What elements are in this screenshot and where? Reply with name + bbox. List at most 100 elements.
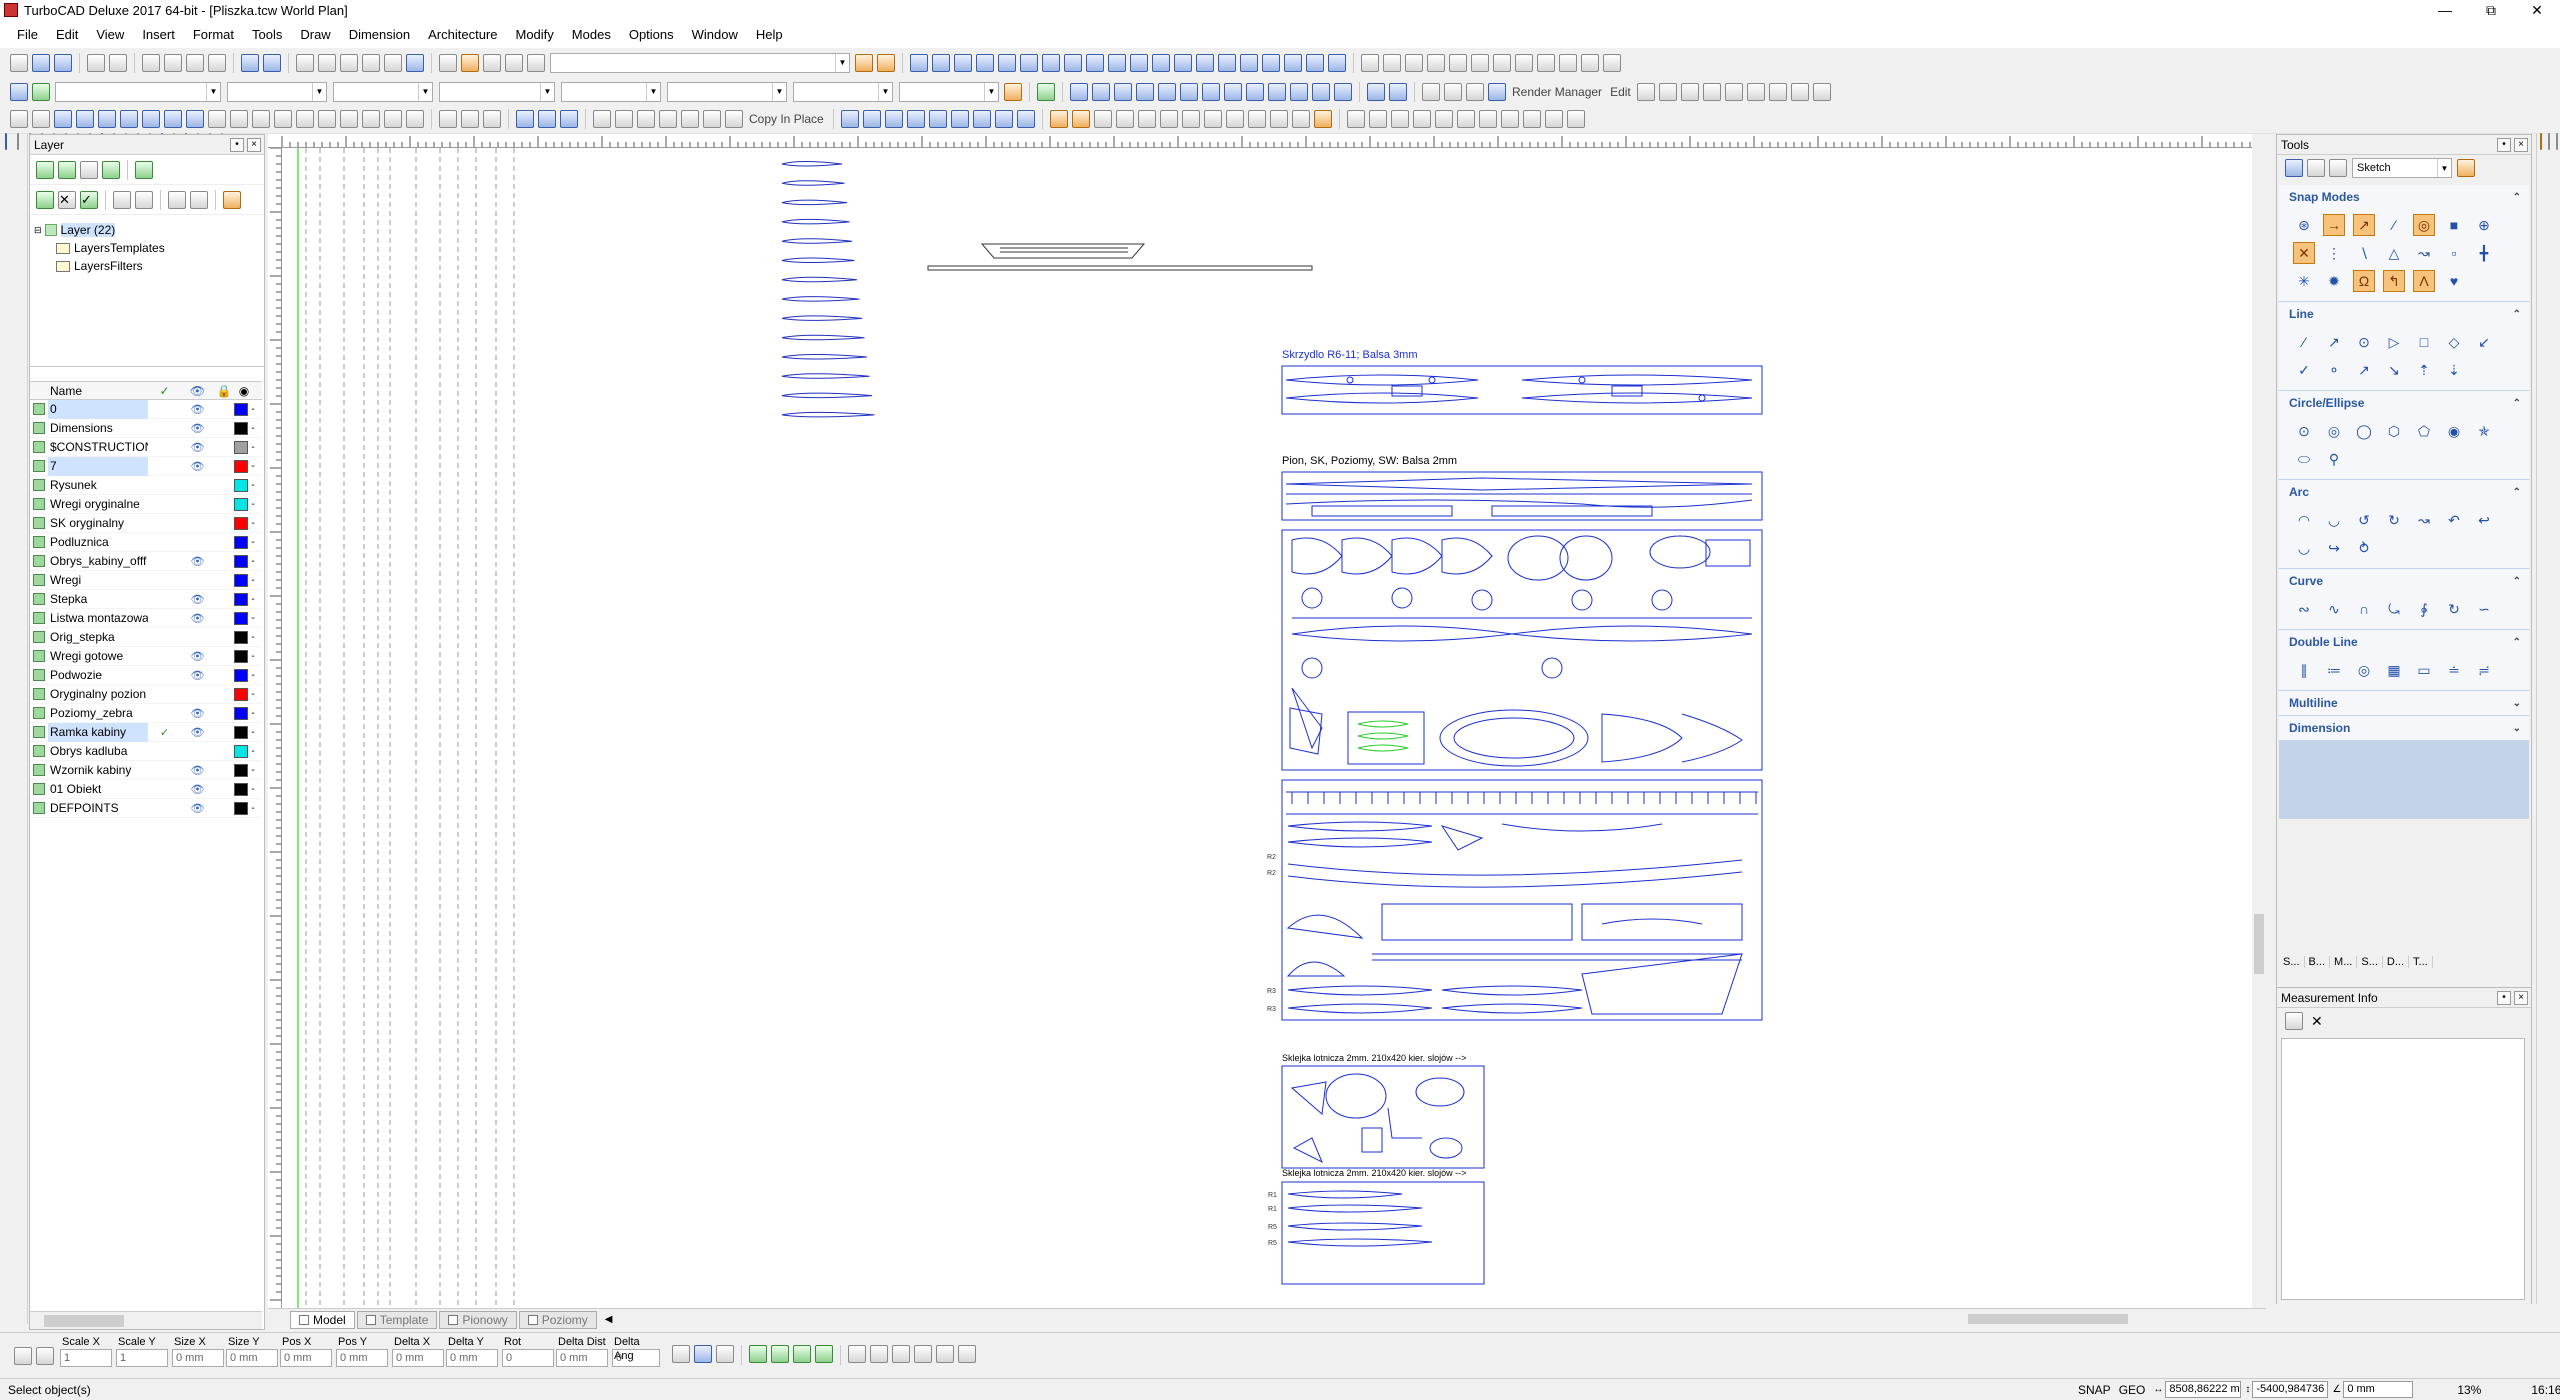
snap-modes-tool-17-icon[interactable]: Ω	[2353, 270, 2375, 292]
align-icon[interactable]	[120, 110, 138, 128]
arc-tool-7-icon[interactable]: ↩	[2473, 509, 2495, 531]
edit-icon-9[interactable]	[1812, 82, 1831, 101]
line-tool-8-icon[interactable]: ✓	[2293, 359, 2315, 381]
render-icon-6[interactable]	[1180, 82, 1198, 101]
layer-row[interactable]: Wregi oryginalne -	[30, 495, 262, 514]
select-arrow-icon[interactable]	[5, 133, 7, 150]
arc-tool-8-icon[interactable]: ◡	[2293, 537, 2315, 559]
layer-color-swatch[interactable]	[234, 687, 248, 701]
layer-color-swatch[interactable]	[234, 459, 248, 473]
canvas-hscroll-thumb[interactable]	[1968, 1314, 2128, 1324]
line-tool-13-icon[interactable]: ⇣	[2443, 359, 2465, 381]
view-icon-11[interactable]	[1581, 53, 1599, 72]
menu-draw[interactable]: Draw	[291, 27, 339, 42]
transparency-icon[interactable]	[1037, 82, 1055, 101]
collapse-chevron-icon[interactable]: ⌃	[2513, 309, 2521, 320]
layer-more-icon[interactable]: -	[248, 423, 258, 434]
rot-input[interactable]: 0	[502, 1349, 554, 1367]
workplane-icon-14[interactable]	[1196, 53, 1214, 72]
line-tool-5-icon[interactable]: □	[2413, 331, 2435, 353]
snap-modes-tool-7-icon[interactable]: ⊕	[2473, 214, 2495, 236]
snap-modes-tool-5-icon[interactable]: ◎	[2413, 214, 2435, 236]
double-line-tool-7-icon[interactable]: ≓	[2473, 659, 2495, 681]
menu-insert[interactable]: Insert	[133, 27, 184, 42]
cut-icon[interactable]	[142, 53, 160, 72]
menu-dimension[interactable]: Dimension	[340, 27, 419, 42]
redraw-icon[interactable]	[406, 53, 424, 72]
tab-model[interactable]: Model	[290, 1310, 355, 1329]
layer-more-icon[interactable]: -	[248, 803, 258, 814]
circle-ellipse-tool-8-icon[interactable]: ⬭	[2293, 448, 2315, 470]
double-line-tool-2-icon[interactable]: ≔	[2323, 659, 2345, 681]
layer-name[interactable]: Wzornik kabiny	[48, 761, 148, 780]
line-style-combo[interactable]: ▼	[561, 81, 661, 102]
close-button[interactable]: ✕	[2514, 0, 2560, 20]
settings-icon[interactable]	[2457, 159, 2475, 177]
dimension-icon-6[interactable]	[1456, 110, 1475, 128]
boolean-add-icon[interactable]	[362, 110, 380, 128]
copy-icon[interactable]	[164, 53, 182, 72]
layer-more-icon[interactable]: -	[248, 442, 258, 453]
layer-visible-toggle[interactable]: 👁	[181, 802, 214, 815]
snap-modes-tool-11-icon[interactable]: △	[2383, 242, 2405, 264]
layer-name[interactable]: Dimensions	[48, 419, 148, 438]
line-tool-4-icon[interactable]: ▷	[2383, 331, 2405, 353]
dock-tab-4[interactable]: S...	[2357, 956, 2383, 968]
workplane-icon-15[interactable]	[1218, 53, 1236, 72]
fill-combo[interactable]: ▼	[899, 81, 999, 102]
layer-row[interactable]: 7 👁 -	[30, 456, 262, 476]
line-tool-6-icon[interactable]: ◇	[2443, 331, 2465, 353]
dock-tab-2[interactable]: B...	[2305, 956, 2331, 968]
layer-more-icon[interactable]: -	[248, 404, 258, 415]
circle-ellipse-tool-7-icon[interactable]: ✯	[2473, 420, 2495, 442]
layer-more-icon[interactable]: -	[248, 708, 258, 719]
pos-y-input[interactable]: 0 mm	[336, 1349, 388, 1367]
layer-template-icon[interactable]	[58, 160, 76, 179]
chamfer-icon[interactable]	[928, 110, 947, 128]
palette-icon[interactable]	[2329, 159, 2347, 177]
render-icon-11[interactable]	[1290, 82, 1308, 101]
solid-cylinder-icon[interactable]	[186, 110, 204, 128]
double-line-tool-3-icon[interactable]: ◎	[2353, 659, 2375, 681]
render-icon-10[interactable]	[1268, 82, 1286, 101]
layer-more-icon[interactable]: -	[248, 727, 258, 738]
transform-icon-2[interactable]	[461, 110, 479, 128]
circle-ellipse-tool-2-icon[interactable]: ◎	[2323, 420, 2345, 442]
curve-tool-6-icon[interactable]: ↻	[2443, 598, 2465, 620]
measure-grid-icon[interactable]	[2285, 1012, 2303, 1030]
workplane-icon-20[interactable]	[1328, 53, 1346, 72]
snap-icon[interactable]	[461, 53, 479, 72]
layer-name[interactable]: Oryginalny pozion	[48, 685, 148, 704]
delta-dist-input[interactable]: 0 mm	[556, 1349, 608, 1367]
layer-row[interactable]: Obrys kadluba -	[30, 742, 262, 761]
scale-icon[interactable]	[538, 110, 556, 128]
double-line-tool-6-icon[interactable]: ≐	[2443, 659, 2465, 681]
modify-icon-3[interactable]	[1137, 110, 1156, 128]
modify-icon-10[interactable]	[1291, 110, 1310, 128]
dimension-icon-5[interactable]	[1434, 110, 1453, 128]
solid-sweep-icon[interactable]	[318, 110, 336, 128]
layer-apply-icon[interactable]: ✓	[80, 190, 98, 209]
layer-row[interactable]: Orig_stepka -	[30, 628, 262, 647]
layer-more-icon[interactable]: -	[248, 480, 258, 491]
view-back-icon[interactable]	[1493, 53, 1511, 72]
layer-row[interactable]: Wregi gotowe 👁 -	[30, 647, 262, 666]
size-y-input[interactable]: 0 mm	[226, 1349, 278, 1367]
edit-icon-6[interactable]	[1746, 82, 1765, 101]
column-visible-icon[interactable]: 👁	[181, 384, 214, 398]
dimension-icon-8[interactable]	[1500, 110, 1519, 128]
layer-hscroll[interactable]	[30, 1311, 262, 1329]
layer-visible-toggle[interactable]: 👁	[181, 593, 214, 606]
double-line-tool-1-icon[interactable]: ∥	[2293, 659, 2315, 681]
snap-toolbar-icon-2[interactable]	[1389, 82, 1407, 101]
edit-icon-7[interactable]	[1768, 82, 1787, 101]
zoom-in-icon[interactable]	[318, 53, 336, 72]
arc-tool-5-icon[interactable]: ↝	[2413, 509, 2435, 531]
inspector-close-icon[interactable]	[14, 1347, 32, 1365]
render-icon-7[interactable]	[1202, 82, 1220, 101]
workplane-reset-icon[interactable]	[1108, 53, 1126, 72]
pin-icon[interactable]: •	[2497, 137, 2511, 152]
inspector-tool-12[interactable]	[936, 1345, 954, 1363]
workplane-move-icon[interactable]	[1064, 53, 1082, 72]
curve-tool-5-icon[interactable]: ∲	[2413, 598, 2435, 620]
